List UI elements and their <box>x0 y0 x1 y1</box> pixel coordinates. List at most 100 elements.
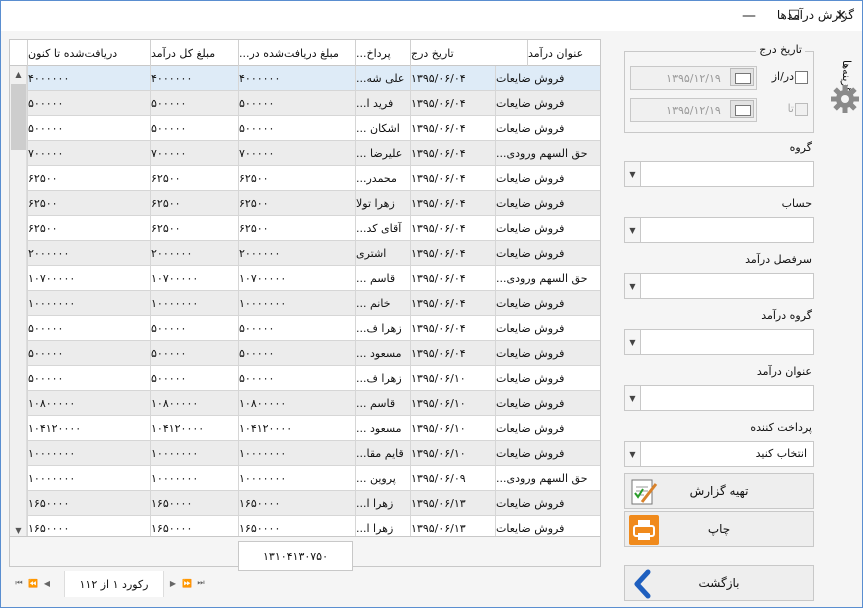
calendar-icon[interactable] <box>730 100 754 118</box>
date-to-label: تا <box>787 102 794 115</box>
payer-combo[interactable]: ▼ انتخاب کنید <box>624 441 814 467</box>
cell-insert-date: ۱۳۹۵/۰۶/۰۴ <box>410 66 495 90</box>
cell-payer: قاسم ... <box>355 266 410 290</box>
table-row[interactable]: فروش ضایعات ۱۳۹۵/۰۶/۱۰ زهرا ف... ۵۰۰۰۰۰ ۵۰۰۰… <box>27 366 600 391</box>
chevron-down-icon[interactable]: ▼ <box>625 330 641 354</box>
table-row[interactable]: فروش ضایعات ۱۳۹۵/۰۶/۱۰ قاسم ... ۱۰۸۰۰۰۰۰ ۱۰۸… <box>27 391 600 416</box>
cell-received-amount: ۱۰۷۰۰۰۰۰ <box>238 266 355 290</box>
income-heading-combo[interactable]: ▼ <box>624 273 814 299</box>
table-row[interactable]: فروش ضایعات ۱۳۹۵/۰۶/۰۴ آقای کد... ۶۲۵۰۰ ۶۲۵۰… <box>27 216 600 241</box>
first-record-icon[interactable]: ⏮ <box>13 577 25 589</box>
table-row[interactable]: فروش ضایعات ۱۳۹۵/۰۶/۰۴ زهرا تولا ۶۲۵۰۰ ۶۲۵۰۰… <box>27 191 600 216</box>
cell-received-so-far: ۵۰۰۰۰۰ <box>27 91 150 115</box>
print-button[interactable]: چاپ <box>624 511 814 547</box>
prev-page-icon[interactable]: ⏪ <box>27 577 39 589</box>
cell-income-title: فروش ضایعات <box>495 216 600 240</box>
cell-total-amount: ۱۰۸۰۰۰۰۰ <box>150 391 238 415</box>
cell-insert-date: ۱۳۹۵/۰۶/۱۰ <box>410 391 495 415</box>
chevron-down-icon[interactable]: ▼ <box>625 218 641 242</box>
table-row[interactable]: فروش ضایعات ۱۳۹۵/۰۶/۰۴ محمدر... ۶۲۵۰۰ ۶۲۵۰۰ ۶… <box>27 166 600 191</box>
table-row[interactable]: فروش ضایعات ۱۳۹۵/۰۶/۰۴ زهرا ف... ۵۰۰۰۰۰ ۵۰۰۰… <box>27 316 600 341</box>
table-row[interactable]: فروش ضایعات ۱۳۹۵/۰۶/۰۴ فرید ا... ۵۰۰۰۰۰ ۵۰۰۰… <box>27 91 600 116</box>
cell-received-amount: ۱۰۸۰۰۰۰۰ <box>238 391 355 415</box>
cell-received-so-far: ۴۰۰۰۰۰۰ <box>27 66 150 90</box>
cell-insert-date: ۱۳۹۵/۰۶/۰۹ <box>410 466 495 490</box>
chevron-down-icon[interactable]: ▼ <box>625 162 641 186</box>
cell-received-amount: ۶۲۵۰۰ <box>238 166 355 190</box>
table-row[interactable]: فروش ضایعات ۱۳۹۵/۰۶/۱۰ مسعود ... ۱۰۴۱۲۰۰۰۰ ۱… <box>27 416 600 441</box>
group-combo[interactable]: ▼ <box>624 161 814 187</box>
prev-record-icon[interactable]: ◀ <box>41 577 53 589</box>
table-row[interactable]: حق السهم ورودی... ۱۳۹۵/۰۶/۰۴ علیرضا ... ۷۰۰… <box>27 141 600 166</box>
cell-received-amount: ۵۰۰۰۰۰ <box>238 116 355 140</box>
back-button[interactable]: بازگشت <box>624 565 814 601</box>
next-page-icon[interactable]: ⏩ <box>181 577 193 589</box>
income-group-combo[interactable]: ▼ <box>624 329 814 355</box>
cell-payer: آقای کد... <box>355 216 410 240</box>
column-header-insert-date[interactable]: تاریخ درج <box>410 40 495 66</box>
report-edit-icon <box>631 479 658 505</box>
cell-income-title: فروش ضایعات <box>495 516 600 536</box>
chevron-down-icon[interactable]: ▼ <box>625 442 641 466</box>
income-title-label: عنوان درآمد <box>756 365 812 378</box>
chevron-down-icon[interactable]: ▼ <box>625 386 641 410</box>
cell-total-amount: ۶۲۵۰۰ <box>150 166 238 190</box>
table-row[interactable]: فروش ضایعات ۱۳۹۵/۰۶/۰۴ علی شه... ۴۰۰۰۰۰۰ ۴۰۰… <box>27 66 600 91</box>
income-title-combo[interactable]: ▼ <box>624 385 814 411</box>
minimize-icon[interactable]: — <box>729 1 769 31</box>
scroll-up-icon[interactable]: ▲ <box>10 66 27 82</box>
prepare-report-button[interactable]: تهیه گزارش <box>624 473 814 509</box>
column-header-received-amount[interactable]: مبلغ دریافت‌شده در... <box>238 40 355 66</box>
column-header-payer[interactable]: پرداخ... <box>355 40 410 66</box>
cell-received-amount: ۷۰۰۰۰۰ <box>238 141 355 165</box>
account-combo[interactable]: ▼ <box>624 217 814 243</box>
calendar-icon[interactable] <box>730 68 754 86</box>
table-row[interactable]: حق السهم ورودی... ۱۳۹۵/۰۶/۰۹ پروین ... ۱۰۰۰… <box>27 466 600 491</box>
cell-received-so-far: ۱۰۰۰۰۰۰۰ <box>27 466 150 490</box>
column-header-total-amount[interactable]: مبلغ کل درآمد <box>150 40 238 66</box>
cell-received-amount: ۱۰۰۰۰۰۰۰ <box>238 441 355 465</box>
cell-payer: خانم ... <box>355 291 410 315</box>
scroll-thumb[interactable] <box>11 84 26 150</box>
cell-payer: زهرا ا... <box>355 516 410 536</box>
cell-received-amount: ۶۲۵۰۰ <box>238 216 355 240</box>
cell-insert-date: ۱۳۹۵/۰۶/۰۴ <box>410 316 495 340</box>
scroll-down-icon[interactable]: ▼ <box>10 522 27 536</box>
cell-income-title: فروش ضایعات <box>495 441 600 465</box>
cell-received-amount: ۱۰۴۱۲۰۰۰۰ <box>238 416 355 440</box>
cell-insert-date: ۱۳۹۵/۰۶/۰۴ <box>410 141 495 165</box>
cell-insert-date: ۱۳۹۵/۰۶/۰۴ <box>410 216 495 240</box>
cell-income-title: فروش ضایعات <box>495 291 600 315</box>
column-header-income-title[interactable]: عنوان درآمد <box>527 40 600 66</box>
group-label: گروه <box>789 141 812 154</box>
content-area: عنوان درآمد تاریخ درج پرداخ... مبلغ دریا… <box>1 31 862 607</box>
cell-insert-date: ۱۳۹۵/۰۶/۰۴ <box>410 341 495 365</box>
column-header-received-so-far[interactable]: دریافت‌شده تا کنون <box>27 40 150 66</box>
table-row[interactable]: فروش ضایعات ۱۳۹۵/۰۶/۰۴ اشکان ... ۵۰۰۰۰۰ ۵۰۰۰… <box>27 116 600 141</box>
cell-insert-date: ۱۳۹۵/۰۶/۱۰ <box>410 441 495 465</box>
record-navigator: ⏮ ⏪ ◀ رکورد ۱ از ۱۱۲ ▶ ⏩ ⏭ <box>9 571 601 597</box>
cell-payer: مسعود ... <box>355 341 410 365</box>
options-side-tab[interactable]: گزینه‌ها <box>829 41 861 121</box>
table-row[interactable]: فروش ضایعات ۱۳۹۵/۰۶/۰۴ مسعود ... ۵۰۰۰۰۰ ۵۰۰۰… <box>27 341 600 366</box>
table-row[interactable]: فروش ضایعات ۱۳۹۵/۰۶/۰۴ اشتری ۲۰۰۰۰۰۰ ۲۰۰۰۰۰۰… <box>27 241 600 266</box>
cell-insert-date: ۱۳۹۵/۰۶/۰۴ <box>410 291 495 315</box>
date-to-checkbox[interactable] <box>795 103 808 116</box>
cell-received-so-far: ۱۶۵۰۰۰۰ <box>27 491 150 515</box>
cell-income-title: فروش ضایعات <box>495 166 600 190</box>
table-row[interactable]: فروش ضایعات ۱۳۹۵/۰۶/۰۴ خانم ... ۱۰۰۰۰۰۰۰ ۱۰۰… <box>27 291 600 316</box>
date-from-checkbox[interactable] <box>795 71 808 84</box>
table-row[interactable]: حق السهم ورودی... ۱۳۹۵/۰۶/۰۴ قاسم ... ۱۰۷۰۰… <box>27 266 600 291</box>
back-label: بازگشت <box>698 576 740 590</box>
grid-vertical-scrollbar[interactable]: ▲ ▼ <box>10 66 27 536</box>
chevron-down-icon[interactable]: ▼ <box>625 274 641 298</box>
cell-received-amount: ۱۶۵۰۰۰۰ <box>238 516 355 536</box>
table-row[interactable]: فروش ضایعات ۱۳۹۵/۰۶/۱۰ قایم مقا... ۱۰۰۰۰۰۰۰… <box>27 441 600 466</box>
cell-total-amount: ۴۰۰۰۰۰۰ <box>150 66 238 90</box>
cell-payer: زهرا ف... <box>355 366 410 390</box>
table-row[interactable]: فروش ضایعات ۱۳۹۵/۰۶/۱۳ زهرا ا... ۱۶۵۰۰۰۰ ۱۶۵… <box>27 516 600 536</box>
next-record-icon[interactable]: ▶ <box>167 577 179 589</box>
last-record-icon[interactable]: ⏭ <box>195 577 207 589</box>
table-row[interactable]: فروش ضایعات ۱۳۹۵/۰۶/۱۳ زهرا ا... ۱۶۵۰۰۰۰ ۱۶۵… <box>27 491 600 516</box>
cell-total-amount: ۱۰۰۰۰۰۰۰ <box>150 466 238 490</box>
